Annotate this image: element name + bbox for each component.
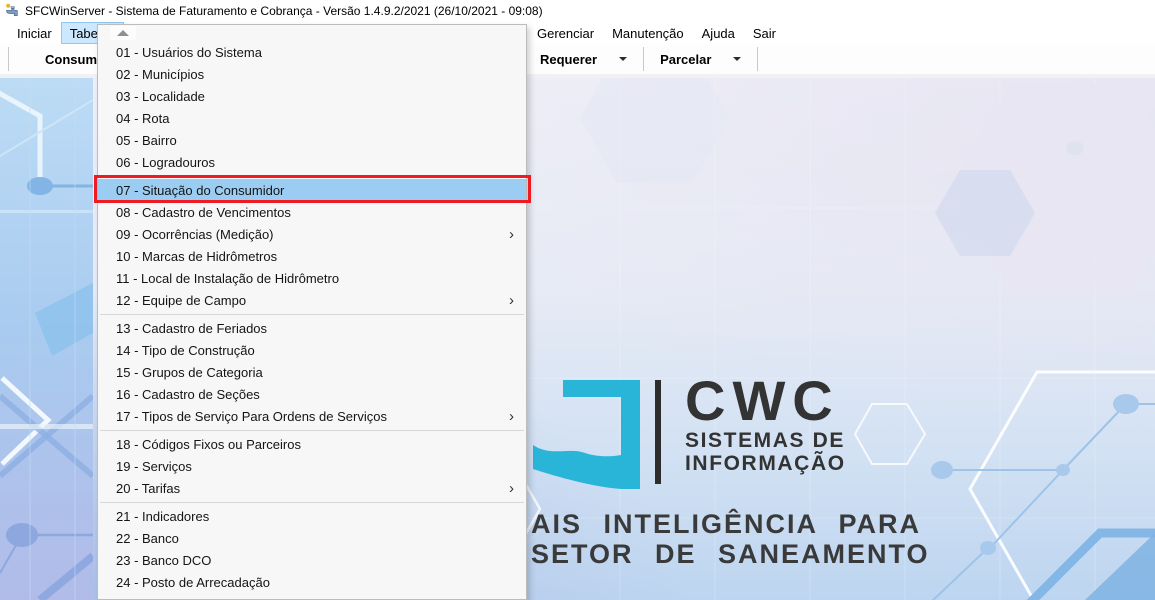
menu-item-label: 01 - Usuários do Sistema: [116, 45, 262, 60]
menu-item-18[interactable]: 18 - Códigos Fixos ou Parceiros: [98, 433, 526, 455]
faucet-icon: [4, 3, 20, 19]
logo-text-cwc: CWC: [685, 373, 846, 429]
cwc-logo-mark-icon: [533, 377, 643, 495]
app-window: SFCWinServer - Sistema de Faturamento e …: [0, 0, 1155, 600]
menu-item-04[interactable]: 04 - Rota: [98, 107, 526, 129]
menubar-item-iniciar[interactable]: Iniciar: [8, 22, 61, 44]
tagline-line2: SETOR DE SANEAMENTO: [531, 539, 930, 569]
left-hexagon-band: [0, 78, 93, 600]
cwc-logo: CWC SISTEMAS DE INFORMAÇÃO: [533, 377, 846, 495]
menu-item-09[interactable]: 09 - Ocorrências (Medição) ›: [98, 223, 526, 245]
chevron-right-icon: ›: [509, 293, 514, 308]
menu-item-label: 14 - Tipo de Construção: [116, 343, 255, 358]
tabelas-dropdown-menu: 01 - Usuários do Sistema 02 - Municípios 0…: [97, 24, 527, 600]
menu-item-label: 16 - Cadastro de Seções: [116, 387, 260, 402]
menu-item-01[interactable]: 01 - Usuários do Sistema: [98, 41, 526, 63]
parcelar-button-label: Parcelar: [660, 52, 711, 67]
menu-item-label: 02 - Municípios: [116, 67, 204, 82]
menu-item-label: 23 - Banco DCO: [116, 553, 211, 568]
triangle-down-icon[interactable]: [619, 57, 627, 61]
menubar-item-ajuda[interactable]: Ajuda: [693, 22, 744, 44]
menu-item-label: 10 - Marcas de Hidrômetros: [116, 249, 277, 264]
menu-item-23[interactable]: 23 - Banco DCO: [98, 549, 526, 571]
menu-item-10[interactable]: 10 - Marcas de Hidrômetros: [98, 245, 526, 267]
logo-subtext-line1: SISTEMAS DE: [685, 429, 846, 452]
menu-item-02[interactable]: 02 - Municípios: [98, 63, 526, 85]
menu-item-19[interactable]: 19 - Serviços: [98, 455, 526, 477]
menu-item-21[interactable]: 21 - Indicadores: [98, 505, 526, 527]
menu-item-label: 11 - Local de Instalação de Hidrômetro: [116, 271, 339, 286]
menu-item-label: 20 - Tarifas: [116, 481, 180, 496]
menu-item-22[interactable]: 22 - Banco: [98, 527, 526, 549]
logo-divider: [655, 380, 661, 484]
menu-item-06[interactable]: 06 - Logradouros: [98, 151, 526, 173]
menu-item-24[interactable]: 24 - Posto de Arrecadação: [98, 571, 526, 593]
menu-item-15[interactable]: 15 - Grupos de Categoria: [98, 361, 526, 383]
menu-item-label: 22 - Banco: [116, 531, 179, 546]
menubar-item-sair[interactable]: Sair: [744, 22, 785, 44]
menu-item-label: 04 - Rota: [116, 111, 169, 126]
menubar-item-manutencao[interactable]: Manutenção: [603, 22, 693, 44]
menu-item-label: 07 - Situação do Consumidor: [116, 183, 284, 198]
menu-item-17[interactable]: 17 - Tipos de Serviço Para Ordens de Ser…: [98, 405, 526, 427]
menu-item-08[interactable]: 08 - Cadastro de Vencimentos: [98, 201, 526, 223]
menu-item-20[interactable]: 20 - Tarifas ›: [98, 477, 526, 499]
menu-item-14[interactable]: 14 - Tipo de Construção: [98, 339, 526, 361]
menu-item-label: 06 - Logradouros: [116, 155, 215, 170]
window-title: SFCWinServer - Sistema de Faturamento e …: [25, 4, 543, 18]
menu-item-05[interactable]: 05 - Bairro: [98, 129, 526, 151]
triangle-up-icon: [117, 30, 129, 36]
menu-item-label: 19 - Serviços: [116, 459, 192, 474]
title-bar: SFCWinServer - Sistema de Faturamento e …: [0, 0, 1155, 22]
chevron-right-icon: ›: [509, 227, 514, 242]
menu-item-12[interactable]: 12 - Equipe de Campo ›: [98, 289, 526, 311]
menubar-item-gerenciar[interactable]: Gerenciar: [528, 22, 603, 44]
chevron-right-icon: ›: [509, 481, 514, 496]
banner-tagline: AIS INTELIGÊNCIA PARA SETOR DE SANEAMENT…: [531, 509, 930, 569]
menu-item-label: 03 - Localidade: [116, 89, 205, 104]
menu-item-03[interactable]: 03 - Localidade: [98, 85, 526, 107]
parcelar-button[interactable]: Parcelar: [654, 52, 747, 67]
menu-item-label: 08 - Cadastro de Vencimentos: [116, 205, 291, 220]
triangle-down-icon[interactable]: [733, 57, 741, 61]
menu-item-label: 15 - Grupos de Categoria: [116, 365, 263, 380]
toolbar-separator: [8, 47, 9, 71]
menu-item-16[interactable]: 16 - Cadastro de Seções: [98, 383, 526, 405]
menu-item-07[interactable]: 07 - Situação do Consumidor: [98, 179, 526, 201]
menu-item-label: 09 - Ocorrências (Medição): [116, 227, 274, 242]
menu-item-label: 13 - Cadastro de Feriados: [116, 321, 267, 336]
menu-item-label: 05 - Bairro: [116, 133, 177, 148]
menu-item-label: 24 - Posto de Arrecadação: [116, 575, 270, 590]
toolbar-separator: [643, 47, 644, 71]
menu-item-label: 21 - Indicadores: [116, 509, 209, 524]
tagline-line1: AIS INTELIGÊNCIA PARA: [531, 509, 930, 539]
menu-scroll-up[interactable]: [98, 25, 526, 41]
menu-item-label: 17 - Tipos de Serviço Para Ordens de Ser…: [116, 409, 387, 424]
toolbar-separator: [757, 47, 758, 71]
menu-item-11[interactable]: 11 - Local de Instalação de Hidrômetro: [98, 267, 526, 289]
menu-item-label: 18 - Códigos Fixos ou Parceiros: [116, 437, 301, 452]
requerer-button-label: Requerer: [540, 52, 597, 67]
logo-subtext-line2: INFORMAÇÃO: [685, 452, 846, 475]
chevron-right-icon: ›: [509, 409, 514, 424]
menu-item-label: 12 - Equipe de Campo: [116, 293, 246, 308]
menu-item-13[interactable]: 13 - Cadastro de Feriados: [98, 317, 526, 339]
requerer-button[interactable]: Requerer: [534, 52, 633, 67]
